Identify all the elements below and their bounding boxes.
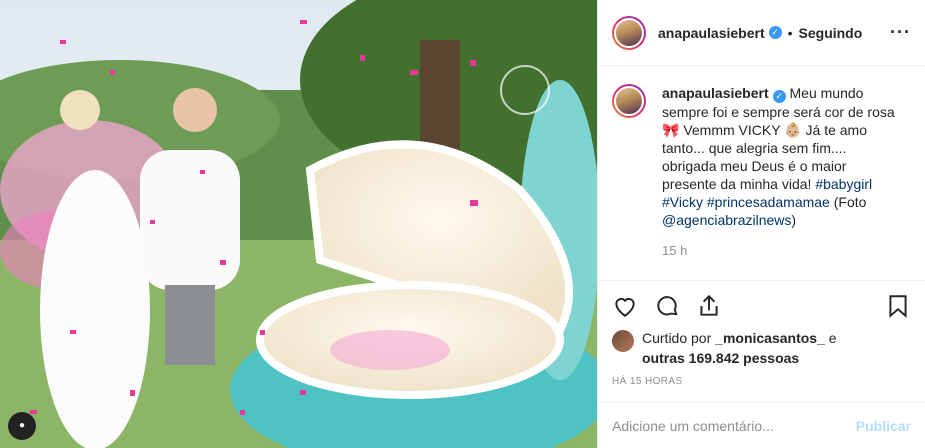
publish-button[interactable]: Publicar xyxy=(856,418,911,434)
header-username[interactable]: anapaulasiebert xyxy=(658,25,765,41)
hashtag-vicky[interactable]: #Vicky xyxy=(662,194,703,210)
caption-body-3: ) xyxy=(791,212,797,228)
bookmark-icon[interactable] xyxy=(885,293,911,319)
profile-avatar[interactable] xyxy=(612,15,646,50)
share-icon[interactable] xyxy=(696,293,722,319)
caption-row: anapaulasiebert ✓ Meu mundo sempre foi e … xyxy=(598,66,925,229)
caption-avatar[interactable] xyxy=(612,84,646,118)
likes-text: Curtido por _monicasantos_ e outras 169.… xyxy=(642,328,837,368)
comment-icon[interactable] xyxy=(654,293,680,319)
likes-count-link[interactable]: outras 169.842 pessoas xyxy=(642,350,799,366)
photo-watermark-logo: ● xyxy=(8,412,36,440)
post-age[interactable]: HÁ 15 HORAS xyxy=(612,376,683,387)
avatar-image xyxy=(614,86,644,116)
mention-link[interactable]: @agenciabrazilnews xyxy=(662,212,791,228)
liked-by-and: e xyxy=(824,330,837,346)
ellipsis-icon[interactable]: ··· xyxy=(890,22,911,43)
follow-button[interactable]: Seguindo xyxy=(799,25,863,41)
post-sidebar: anapaulasiebert ✓ • Seguindo ··· anapaul… xyxy=(597,0,925,448)
hashtag-princesadamamae[interactable]: #princesadamamae xyxy=(707,194,830,210)
caption-text: anapaulasiebert ✓ Meu mundo sempre foi e … xyxy=(662,84,902,229)
comment-input[interactable]: Adicione um comentário... xyxy=(612,418,774,434)
liked-by-user[interactable]: _monicasantos_ xyxy=(715,330,825,346)
likes-summary: Curtido por _monicasantos_ e outras 169.… xyxy=(612,328,837,368)
comment-box: Adicione um comentário... Publicar xyxy=(598,402,925,448)
caption-username[interactable]: anapaulasiebert xyxy=(662,85,769,101)
liked-by-prefix: Curtido por xyxy=(642,330,716,346)
separator-dot: • xyxy=(787,24,793,41)
post-header: anapaulasiebert ✓ • Seguindo ··· xyxy=(598,0,925,66)
caption-body-2: (Foto xyxy=(829,194,867,210)
instagram-post: ● anapaulasiebert ✓ • Seguindo ··· anapa… xyxy=(0,0,925,448)
heart-icon[interactable] xyxy=(612,293,638,319)
post-photo[interactable]: ● xyxy=(0,0,597,448)
liker-avatar[interactable] xyxy=(612,330,634,352)
action-bar xyxy=(598,280,925,330)
avatar-image xyxy=(614,17,644,48)
hashtag-babygirl[interactable]: #babygirl xyxy=(815,176,872,192)
photo-illustration xyxy=(0,0,597,448)
verified-badge-icon: ✓ xyxy=(772,90,786,103)
caption-timestamp[interactable]: 15 h xyxy=(662,243,925,258)
verified-badge-icon: ✓ xyxy=(768,26,782,39)
